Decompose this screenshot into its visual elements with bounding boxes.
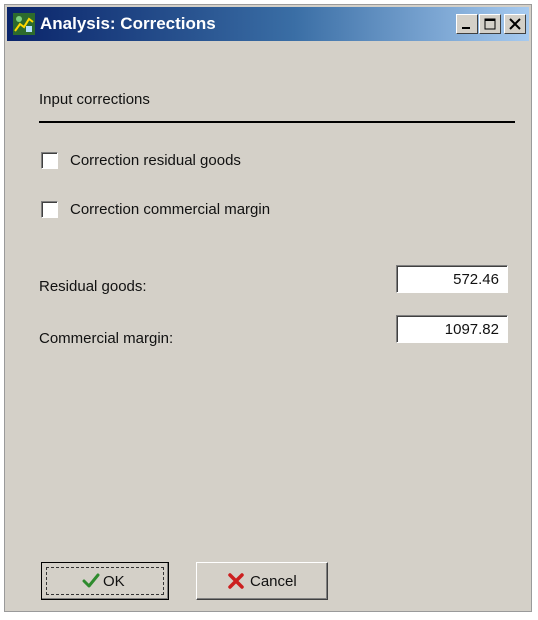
close-icon — [509, 18, 521, 30]
commercial-margin-field[interactable]: 1097.82 — [396, 315, 508, 343]
residual-goods-label: Residual goods: — [39, 278, 147, 295]
title-bar[interactable]: Analysis: Corrections — [7, 7, 529, 41]
maximize-icon — [484, 18, 496, 30]
minimize-button[interactable] — [456, 14, 478, 34]
correction-commercial-margin-checkbox[interactable] — [41, 201, 58, 218]
minimize-icon — [462, 27, 470, 29]
ok-button[interactable]: OK — [41, 562, 169, 600]
section-divider — [39, 121, 515, 123]
correction-commercial-margin-label[interactable]: Correction commercial margin — [70, 201, 270, 218]
close-button[interactable] — [504, 14, 526, 34]
section-title: Input corrections — [39, 91, 150, 108]
analysis-app-icon[interactable] — [13, 13, 35, 35]
cancel-button[interactable]: Cancel — [196, 562, 328, 600]
cancel-button-label: Cancel — [250, 573, 297, 590]
ok-button-label: OK — [103, 573, 125, 590]
residual-goods-field[interactable]: 572.46 — [396, 265, 508, 293]
correction-residual-goods-checkbox[interactable] — [41, 152, 58, 169]
cross-icon — [228, 573, 244, 589]
correction-residual-goods-label[interactable]: Correction residual goods — [70, 152, 241, 169]
checkmark-icon — [82, 573, 100, 588]
window-title: Analysis: Corrections — [40, 14, 216, 33]
maximize-button[interactable] — [479, 14, 501, 34]
corrections-dialog: Analysis: Corrections Input corrections … — [4, 4, 532, 612]
commercial-margin-label: Commercial margin: — [39, 330, 174, 347]
